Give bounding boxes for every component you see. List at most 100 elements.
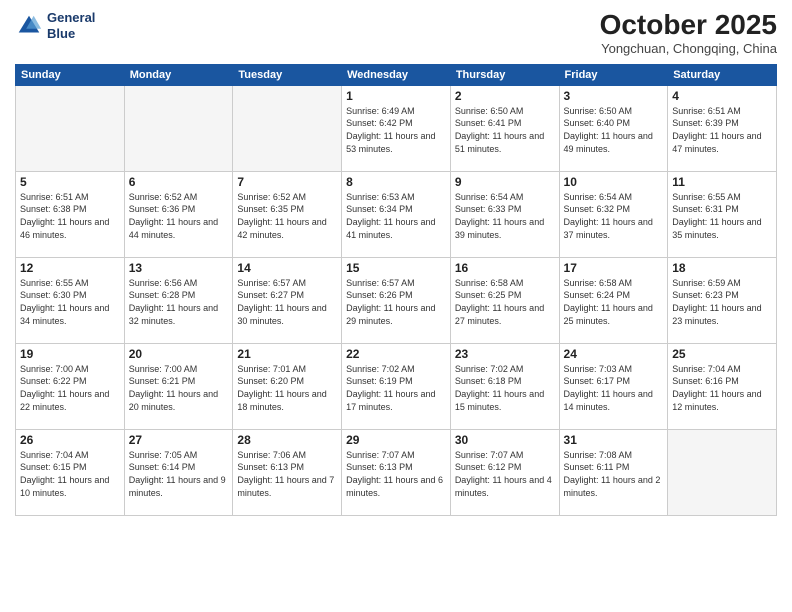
calendar-day-cell: 2 Sunrise: 6:50 AM Sunset: 6:41 PM Daylig…	[450, 85, 559, 171]
day-number: 15	[346, 261, 446, 275]
day-info: Sunrise: 6:50 AM Sunset: 6:41 PM Dayligh…	[455, 105, 555, 155]
day-number: 29	[346, 433, 446, 447]
logo-line1: General	[47, 10, 95, 26]
month-title: October 2025	[600, 10, 777, 41]
day-info: Sunrise: 6:52 AM Sunset: 6:36 PM Dayligh…	[129, 191, 229, 241]
page: General Blue October 2025 Yongchuan, Cho…	[0, 0, 792, 612]
day-info: Sunrise: 7:01 AM Sunset: 6:20 PM Dayligh…	[237, 363, 337, 413]
day-number: 16	[455, 261, 555, 275]
day-info: Sunrise: 6:57 AM Sunset: 6:26 PM Dayligh…	[346, 277, 446, 327]
day-number: 31	[564, 433, 664, 447]
day-number: 23	[455, 347, 555, 361]
day-info: Sunrise: 6:55 AM Sunset: 6:31 PM Dayligh…	[672, 191, 772, 241]
logo: General Blue	[15, 10, 95, 41]
day-info: Sunrise: 7:07 AM Sunset: 6:13 PM Dayligh…	[346, 449, 446, 499]
calendar-day-cell: 6 Sunrise: 6:52 AM Sunset: 6:36 PM Daylig…	[124, 171, 233, 257]
calendar-day-cell: 28Sunrise: 7:06 AM Sunset: 6:13 PM Dayli…	[233, 429, 342, 515]
weekday-header: Sunday	[16, 64, 125, 85]
logo-icon	[15, 12, 43, 40]
day-number: 19	[20, 347, 120, 361]
day-number: 25	[672, 347, 772, 361]
day-info: Sunrise: 6:54 AM Sunset: 6:33 PM Dayligh…	[455, 191, 555, 241]
calendar-day-cell: 17 Sunrise: 6:58 AM Sunset: 6:24 PM Dayli…	[559, 257, 668, 343]
day-info: Sunrise: 7:04 AM Sunset: 6:15 PM Dayligh…	[20, 449, 120, 499]
day-info: Sunrise: 6:51 AM Sunset: 6:38 PM Dayligh…	[20, 191, 120, 241]
day-info: Sunrise: 6:51 AM Sunset: 6:39 PM Dayligh…	[672, 105, 772, 155]
day-info: Sunrise: 6:54 AM Sunset: 6:32 PM Dayligh…	[564, 191, 664, 241]
day-number: 3	[564, 89, 664, 103]
calendar-day-cell: 30 Sunrise: 7:07 AM Sunset: 6:12 PM Dayli…	[450, 429, 559, 515]
day-info: Sunrise: 7:00 AM Sunset: 6:21 PM Dayligh…	[129, 363, 229, 413]
calendar-day-cell: 18Sunrise: 6:59 AM Sunset: 6:23 PM Dayli…	[668, 257, 777, 343]
calendar-day-cell: 5 Sunrise: 6:51 AM Sunset: 6:38 PM Daylig…	[16, 171, 125, 257]
calendar-day-cell: 4Sunrise: 6:51 AM Sunset: 6:39 PM Daylig…	[668, 85, 777, 171]
day-number: 21	[237, 347, 337, 361]
day-info: Sunrise: 6:52 AM Sunset: 6:35 PM Dayligh…	[237, 191, 337, 241]
weekday-header-row: SundayMondayTuesdayWednesdayThursdayFrid…	[16, 64, 777, 85]
day-number: 2	[455, 89, 555, 103]
day-number: 20	[129, 347, 229, 361]
calendar-day-cell: 20 Sunrise: 7:00 AM Sunset: 6:21 PM Dayli…	[124, 343, 233, 429]
day-info: Sunrise: 6:50 AM Sunset: 6:40 PM Dayligh…	[564, 105, 664, 155]
weekday-header: Friday	[559, 64, 668, 85]
day-info: Sunrise: 7:07 AM Sunset: 6:12 PM Dayligh…	[455, 449, 555, 499]
day-number: 10	[564, 175, 664, 189]
calendar-day-cell: 23 Sunrise: 7:02 AM Sunset: 6:18 PM Dayli…	[450, 343, 559, 429]
calendar-day-cell: 26Sunrise: 7:04 AM Sunset: 6:15 PM Dayli…	[16, 429, 125, 515]
day-number: 9	[455, 175, 555, 189]
day-info: Sunrise: 7:02 AM Sunset: 6:19 PM Dayligh…	[346, 363, 446, 413]
day-number: 22	[346, 347, 446, 361]
day-number: 1	[346, 89, 446, 103]
day-number: 17	[564, 261, 664, 275]
weekday-header: Saturday	[668, 64, 777, 85]
day-number: 24	[564, 347, 664, 361]
header: General Blue October 2025 Yongchuan, Cho…	[15, 10, 777, 56]
day-info: Sunrise: 7:06 AM Sunset: 6:13 PM Dayligh…	[237, 449, 337, 499]
calendar-week-row: 19Sunrise: 7:00 AM Sunset: 6:22 PM Dayli…	[16, 343, 777, 429]
day-number: 5	[20, 175, 120, 189]
calendar-day-cell: 14Sunrise: 6:57 AM Sunset: 6:27 PM Dayli…	[233, 257, 342, 343]
day-info: Sunrise: 6:56 AM Sunset: 6:28 PM Dayligh…	[129, 277, 229, 327]
weekday-header: Monday	[124, 64, 233, 85]
calendar-day-cell: 9 Sunrise: 6:54 AM Sunset: 6:33 PM Daylig…	[450, 171, 559, 257]
day-info: Sunrise: 6:49 AM Sunset: 6:42 PM Dayligh…	[346, 105, 446, 155]
calendar-day-cell: 15 Sunrise: 6:57 AM Sunset: 6:26 PM Dayli…	[342, 257, 451, 343]
calendar-day-cell	[233, 85, 342, 171]
calendar-day-cell	[668, 429, 777, 515]
calendar-day-cell: 31 Sunrise: 7:08 AM Sunset: 6:11 PM Dayli…	[559, 429, 668, 515]
calendar-day-cell: 16 Sunrise: 6:58 AM Sunset: 6:25 PM Dayli…	[450, 257, 559, 343]
day-info: Sunrise: 7:05 AM Sunset: 6:14 PM Dayligh…	[129, 449, 229, 499]
calendar-day-cell: 25 Sunrise: 7:04 AM Sunset: 6:16 PM Dayli…	[668, 343, 777, 429]
calendar-week-row: 12Sunrise: 6:55 AM Sunset: 6:30 PM Dayli…	[16, 257, 777, 343]
calendar-day-cell: 10 Sunrise: 6:54 AM Sunset: 6:32 PM Dayli…	[559, 171, 668, 257]
logo-text: General Blue	[47, 10, 95, 41]
day-info: Sunrise: 6:58 AM Sunset: 6:24 PM Dayligh…	[564, 277, 664, 327]
calendar-day-cell: 29 Sunrise: 7:07 AM Sunset: 6:13 PM Dayli…	[342, 429, 451, 515]
day-number: 30	[455, 433, 555, 447]
day-number: 11	[672, 175, 772, 189]
calendar-day-cell: 21 Sunrise: 7:01 AM Sunset: 6:20 PM Dayli…	[233, 343, 342, 429]
day-number: 13	[129, 261, 229, 275]
weekday-header: Thursday	[450, 64, 559, 85]
day-number: 6	[129, 175, 229, 189]
day-info: Sunrise: 7:04 AM Sunset: 6:16 PM Dayligh…	[672, 363, 772, 413]
calendar-day-cell: 27 Sunrise: 7:05 AM Sunset: 6:14 PM Dayli…	[124, 429, 233, 515]
calendar-day-cell: 19Sunrise: 7:00 AM Sunset: 6:22 PM Dayli…	[16, 343, 125, 429]
day-info: Sunrise: 6:58 AM Sunset: 6:25 PM Dayligh…	[455, 277, 555, 327]
day-info: Sunrise: 6:57 AM Sunset: 6:27 PM Dayligh…	[237, 277, 337, 327]
calendar-day-cell: 8Sunrise: 6:53 AM Sunset: 6:34 PM Daylig…	[342, 171, 451, 257]
day-info: Sunrise: 7:08 AM Sunset: 6:11 PM Dayligh…	[564, 449, 664, 499]
location: Yongchuan, Chongqing, China	[600, 41, 777, 56]
calendar-day-cell: 3 Sunrise: 6:50 AM Sunset: 6:40 PM Daylig…	[559, 85, 668, 171]
calendar-day-cell: 11 Sunrise: 6:55 AM Sunset: 6:31 PM Dayli…	[668, 171, 777, 257]
day-number: 8	[346, 175, 446, 189]
day-info: Sunrise: 7:02 AM Sunset: 6:18 PM Dayligh…	[455, 363, 555, 413]
logo-line2: Blue	[47, 26, 95, 42]
day-number: 27	[129, 433, 229, 447]
calendar-day-cell: 13 Sunrise: 6:56 AM Sunset: 6:28 PM Dayli…	[124, 257, 233, 343]
day-number: 12	[20, 261, 120, 275]
calendar-table: SundayMondayTuesdayWednesdayThursdayFrid…	[15, 64, 777, 516]
calendar-week-row: 5 Sunrise: 6:51 AM Sunset: 6:38 PM Daylig…	[16, 171, 777, 257]
day-number: 18	[672, 261, 772, 275]
day-info: Sunrise: 7:03 AM Sunset: 6:17 PM Dayligh…	[564, 363, 664, 413]
